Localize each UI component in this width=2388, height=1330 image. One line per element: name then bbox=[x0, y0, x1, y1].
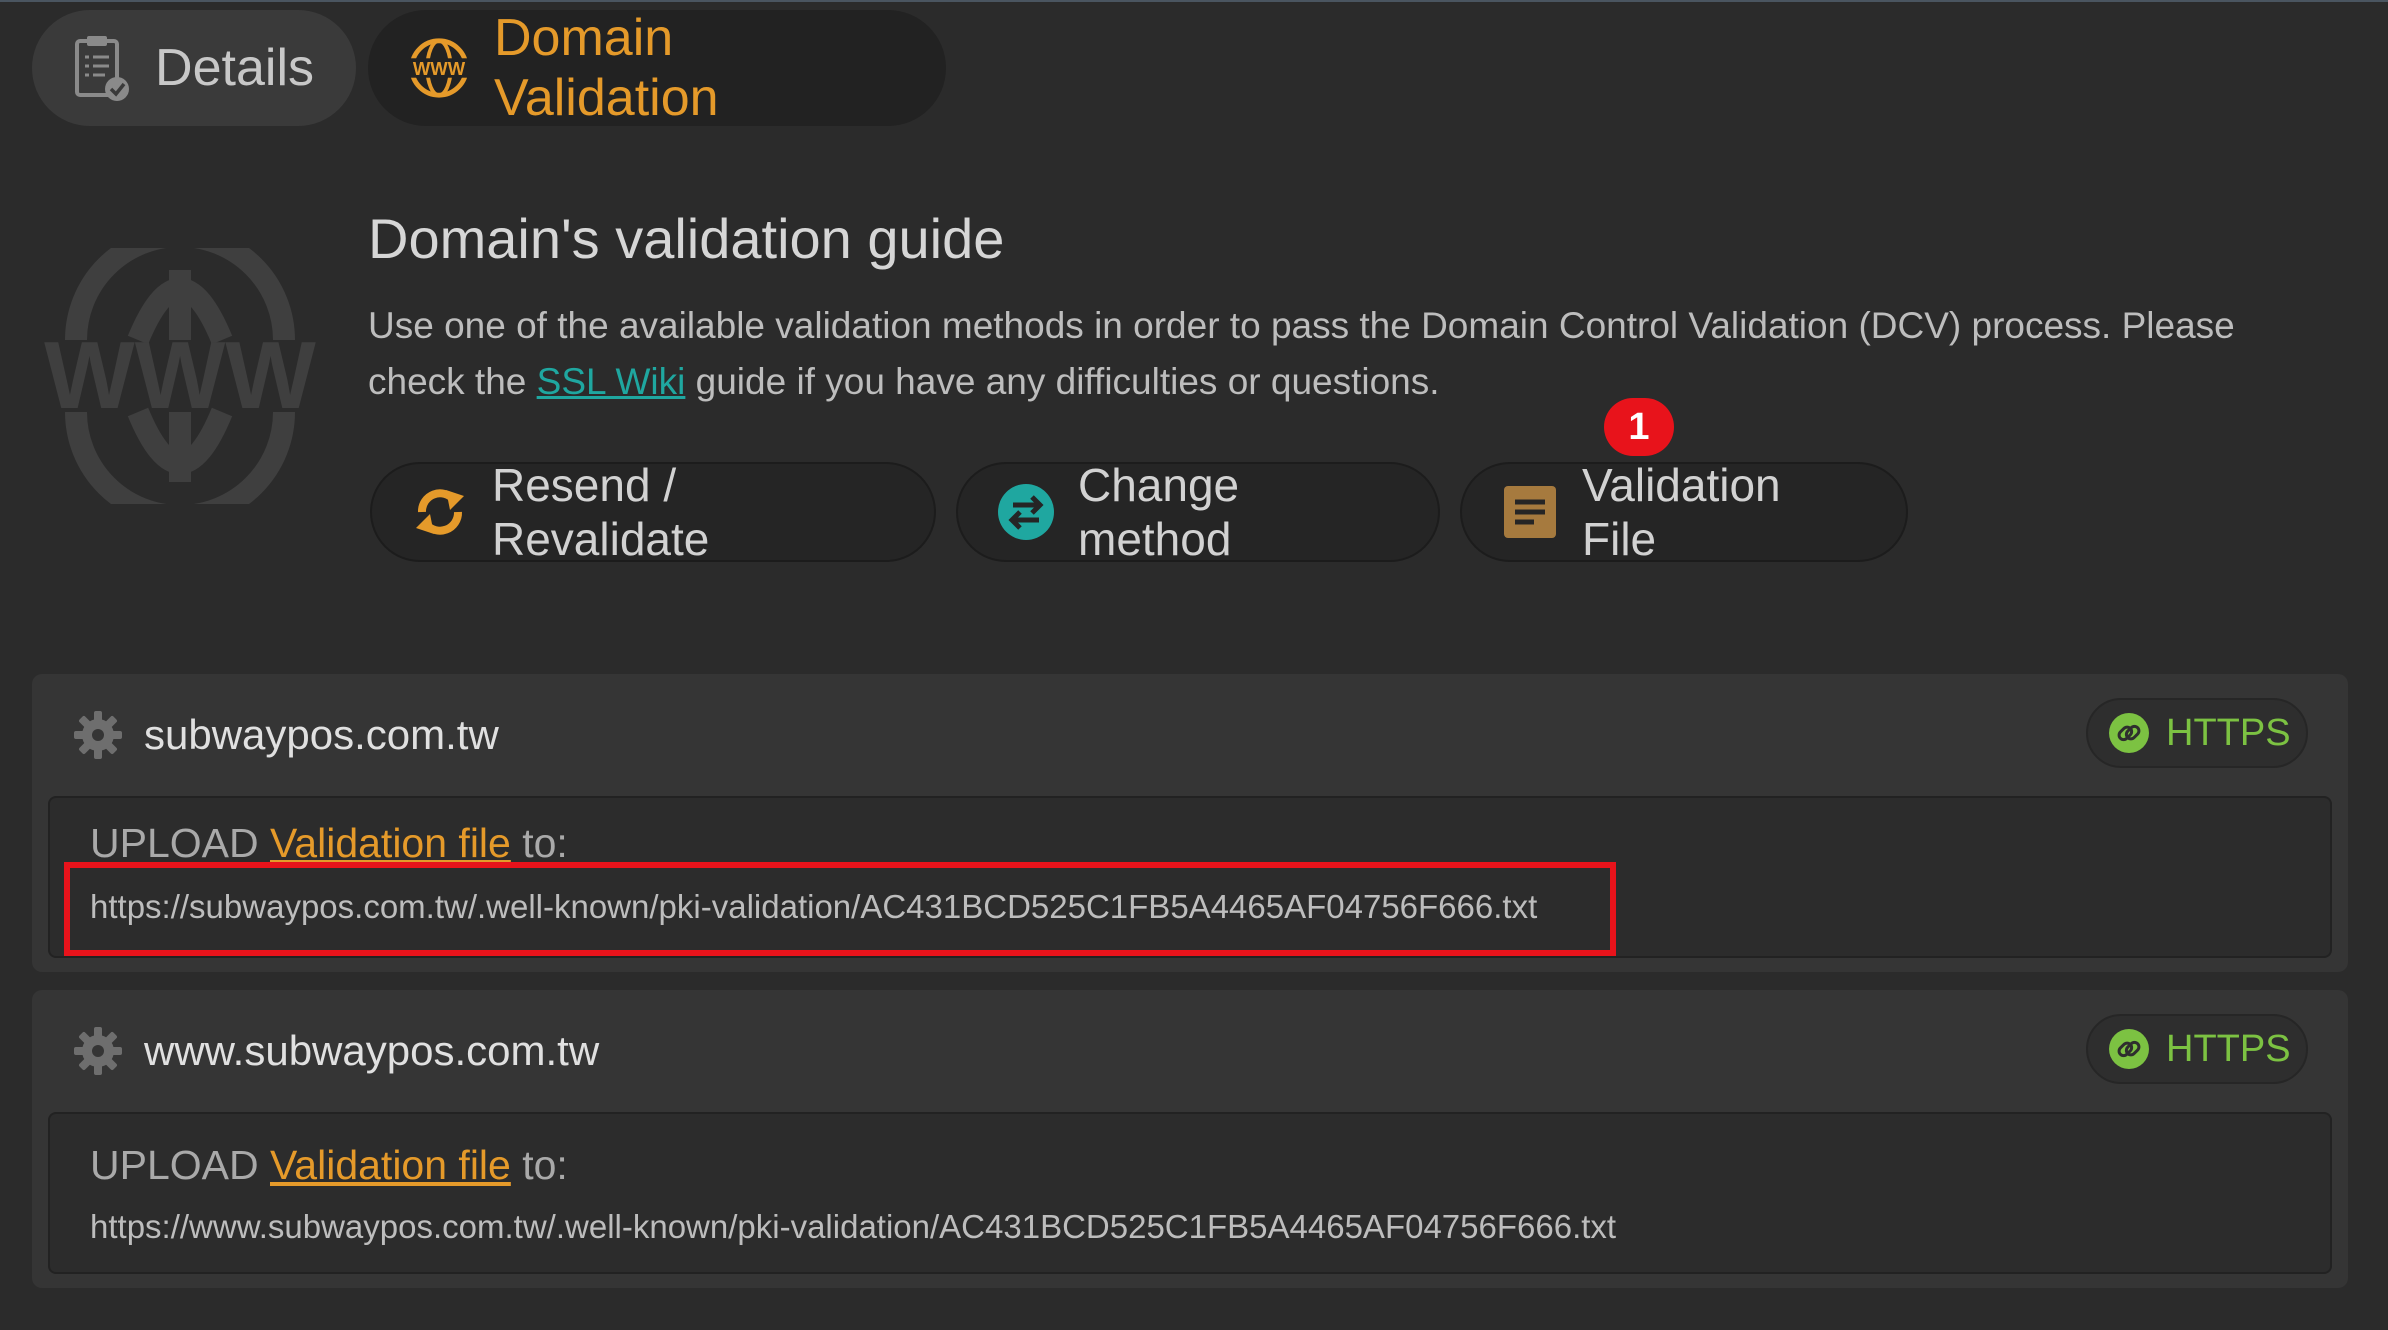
ssl-wiki-link[interactable]: SSL Wiki bbox=[537, 361, 686, 402]
validation-file-button[interactable]: Validation File bbox=[1460, 459, 1908, 565]
domain-panel: subwaypos.com.tw HTTPS UPLOAD Validation… bbox=[32, 674, 2348, 972]
gear-icon bbox=[74, 711, 122, 759]
link-icon bbox=[2109, 1029, 2149, 1069]
svg-text:WWW: WWW bbox=[413, 58, 466, 79]
refresh-icon bbox=[410, 482, 470, 542]
change-method-label: Change method bbox=[1078, 459, 1240, 565]
tab-details[interactable]: Details bbox=[32, 10, 356, 126]
upload-instructions: UPLOAD Validation file to: https://www.s… bbox=[48, 1112, 2332, 1274]
document-icon bbox=[1500, 482, 1560, 542]
https-badge[interactable]: HTTPS bbox=[2086, 1014, 2308, 1084]
https-badge[interactable]: HTTPS bbox=[2086, 698, 2308, 768]
clipboard-check-icon bbox=[70, 32, 133, 104]
svg-text:WWW: WWW bbox=[44, 322, 316, 429]
domain-name: subwaypos.com.tw bbox=[144, 711, 499, 758]
domain-header: subwaypos.com.tw bbox=[72, 700, 499, 770]
link-icon bbox=[2109, 713, 2149, 753]
upload-instruction-line: UPLOAD Validation file to: bbox=[90, 820, 568, 866]
validation-file-label: Validation File bbox=[1582, 459, 1781, 565]
tab-bar: Details WWW Domain Validation bbox=[32, 9, 946, 127]
tab-details-label: Details bbox=[155, 39, 314, 97]
change-method-button[interactable]: Change method bbox=[956, 459, 1440, 565]
validation-url[interactable]: https://www.subwaypos.com.tw/.well-known… bbox=[90, 1208, 1616, 1246]
gear-icon bbox=[74, 1027, 122, 1075]
tab-domain-validation-label: Domain Validation bbox=[494, 9, 719, 127]
upload-instruction-line: UPLOAD Validation file to: bbox=[90, 1142, 568, 1188]
https-label: HTTPS bbox=[2166, 1027, 2291, 1070]
tab-domain-validation[interactable]: WWW Domain Validation bbox=[368, 9, 946, 127]
https-label: HTTPS bbox=[2166, 711, 2291, 754]
page-title: Domain's validation guide bbox=[368, 207, 1005, 270]
domain-name: www.subwaypos.com.tw bbox=[144, 1027, 600, 1074]
notification-badge: 1 bbox=[1604, 398, 1674, 456]
action-bar: Resend / Revalidate Change method Valida… bbox=[370, 459, 1908, 565]
www-globe-icon: WWW bbox=[406, 32, 472, 104]
domain-panel: www.subwaypos.com.tw HTTPS UPLOAD Valida… bbox=[32, 990, 2348, 1288]
guide-description: Use one of the available validation meth… bbox=[368, 305, 2235, 402]
www-globe-logo-icon: WWW bbox=[42, 225, 318, 527]
domain-header: www.subwaypos.com.tw bbox=[72, 1016, 599, 1086]
validation-file-link[interactable]: Validation file bbox=[270, 1142, 511, 1188]
validation-url[interactable]: https://subwaypos.com.tw/.well-known/pki… bbox=[90, 888, 1537, 926]
validation-file-link[interactable]: Validation file bbox=[270, 820, 511, 866]
resend-revalidate-button[interactable]: Resend / Revalidate bbox=[370, 459, 936, 565]
resend-revalidate-label: Resend / Revalidate bbox=[492, 459, 710, 565]
swap-arrows-icon bbox=[996, 482, 1056, 542]
upload-instructions: UPLOAD Validation file to: https://subwa… bbox=[48, 796, 2332, 958]
